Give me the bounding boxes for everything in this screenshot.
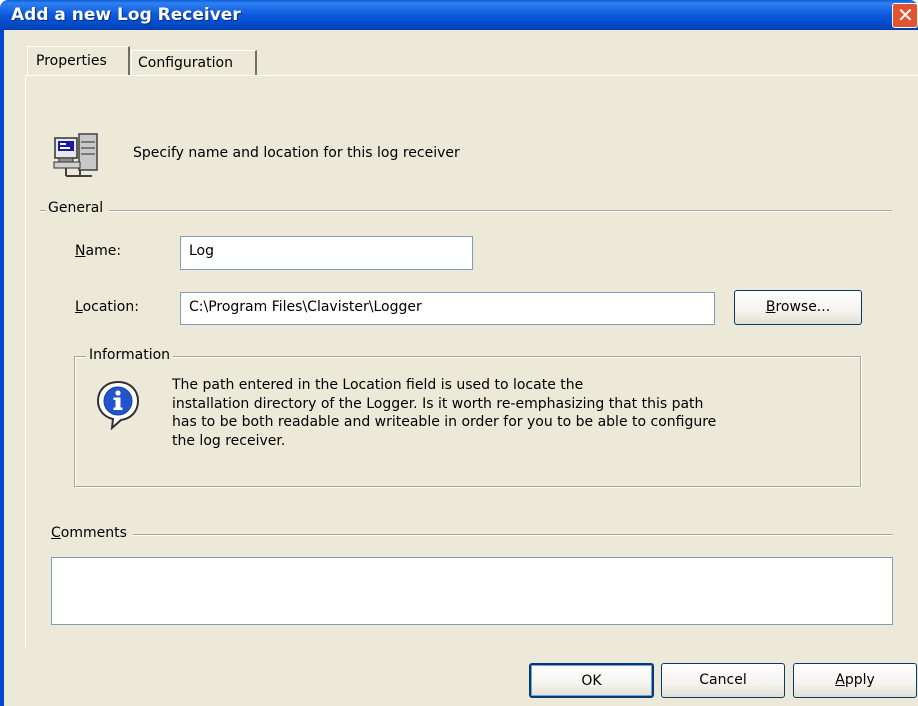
comments-textarea[interactable] bbox=[51, 557, 893, 625]
name-input-value: Log bbox=[189, 243, 215, 259]
general-group-title: General bbox=[46, 200, 110, 216]
information-line: the log receiver. bbox=[172, 432, 286, 449]
ok-button[interactable]: OK bbox=[529, 663, 654, 698]
information-line: installation directory of the Logger. Is… bbox=[172, 395, 704, 412]
title-bar[interactable]: Add a new Log Receiver ✕ bbox=[0, 0, 918, 30]
tab-configuration[interactable]: Configuration bbox=[131, 50, 257, 76]
info-balloon-icon bbox=[96, 380, 140, 430]
cancel-button[interactable]: Cancel bbox=[661, 663, 785, 698]
dialog-window: Add a new Log Receiver ✕ Properties Conf… bbox=[0, 0, 918, 706]
general-separator bbox=[40, 210, 892, 212]
ok-button-label: OK bbox=[581, 673, 602, 689]
cancel-button-label: Cancel bbox=[699, 672, 747, 688]
tab-properties[interactable]: Properties bbox=[27, 46, 130, 76]
browse-button[interactable]: Browse... bbox=[734, 290, 862, 325]
information-text: The path entered in the Location field i… bbox=[172, 376, 812, 450]
comments-separator bbox=[51, 534, 893, 536]
close-icon: ✕ bbox=[897, 3, 914, 27]
information-line: has to be both readable and writeable in… bbox=[172, 414, 717, 430]
header-description: Specify name and location for this log r… bbox=[133, 145, 460, 161]
name-label: Name: bbox=[75, 243, 122, 259]
close-button[interactable]: ✕ bbox=[892, 3, 918, 28]
location-input-value: C:\Program Files\Clavister\Logger bbox=[189, 299, 422, 315]
location-label: Location: bbox=[75, 299, 139, 315]
location-input[interactable]: C:\Program Files\Clavister\Logger bbox=[180, 292, 715, 325]
tab-configuration-label: Configuration bbox=[138, 55, 233, 71]
apply-button[interactable]: Apply bbox=[793, 663, 917, 698]
name-input[interactable]: Log bbox=[180, 236, 473, 270]
computer-network-icon bbox=[53, 133, 98, 177]
tab-properties-label: Properties bbox=[36, 53, 107, 69]
information-line: The path entered in the Location field i… bbox=[172, 377, 584, 393]
information-group-title: Information bbox=[86, 347, 174, 363]
window-title: Add a new Log Receiver bbox=[11, 5, 241, 25]
comments-group-title: Comments bbox=[49, 525, 133, 541]
